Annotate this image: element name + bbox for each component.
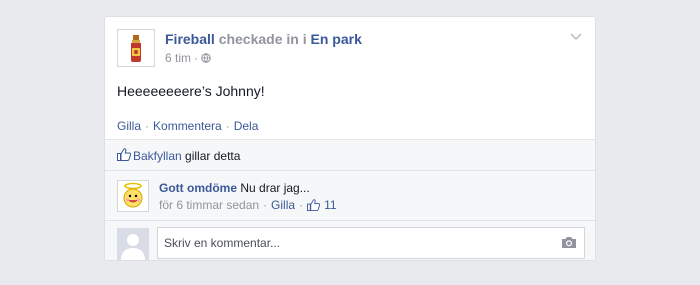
like-button[interactable]: Gilla bbox=[117, 119, 141, 133]
commenter-avatar[interactable] bbox=[117, 180, 149, 212]
comment-input[interactable] bbox=[157, 227, 585, 259]
action-separator: · bbox=[145, 119, 150, 133]
post-meta: 6 tim · bbox=[165, 51, 211, 65]
comment-composer bbox=[105, 221, 595, 263]
author-link[interactable]: Fireball bbox=[165, 31, 215, 47]
comment-timestamp[interactable]: för 6 timmar sedan bbox=[159, 198, 259, 212]
page-avatar[interactable] bbox=[117, 29, 155, 67]
meta-separator: · bbox=[263, 198, 268, 212]
meta-separator: · bbox=[299, 198, 304, 212]
post-header: Fireball checkade in i En park 6 tim · bbox=[117, 29, 583, 69]
comment-text: Nu drar jag... bbox=[240, 181, 310, 195]
comment-like-count[interactable]: 11 bbox=[324, 198, 336, 212]
camera-icon[interactable] bbox=[561, 236, 577, 249]
likes-summary: Bakfyllan gillar detta bbox=[105, 140, 595, 171]
post-text: Heeeeeeeere’s Johnny! bbox=[117, 83, 265, 99]
action-separator: · bbox=[225, 119, 230, 133]
feedback-section: Bakfyllan gillar detta Gott omdöme Nu dr… bbox=[105, 139, 595, 260]
place-link[interactable]: En park bbox=[311, 31, 362, 47]
thumbs-up-icon[interactable] bbox=[307, 199, 321, 211]
checkin-text: checkade in i bbox=[218, 31, 307, 47]
share-button[interactable]: Dela bbox=[234, 119, 259, 133]
liker-link[interactable]: Bakfyllan bbox=[133, 149, 182, 163]
current-user-avatar bbox=[117, 228, 149, 260]
likes-text: Bakfyllan gillar detta bbox=[133, 149, 240, 163]
thumbs-up-icon bbox=[117, 148, 131, 161]
bottle-icon bbox=[131, 35, 141, 62]
commenter-link[interactable]: Gott omdöme bbox=[159, 181, 237, 195]
likes-suffix: gillar detta bbox=[185, 149, 241, 163]
default-user-icon bbox=[117, 228, 149, 260]
comment-item: Gott omdöme Nu drar jag... för 6 timmar … bbox=[105, 170, 595, 221]
angel-face-icon bbox=[123, 182, 143, 208]
comment-meta: för 6 timmar sedan · Gilla · 11 bbox=[159, 198, 337, 212]
comment-body: Gott omdöme Nu drar jag... bbox=[159, 181, 310, 195]
meta-separator: · bbox=[194, 51, 199, 65]
comment-button[interactable]: Kommentera bbox=[153, 119, 222, 133]
chevron-down-icon[interactable] bbox=[569, 31, 583, 41]
post-actions: Gilla · Kommentera · Dela bbox=[117, 119, 258, 133]
post-timestamp[interactable]: 6 tim bbox=[165, 51, 191, 65]
post-headline: Fireball checkade in i En park bbox=[165, 31, 362, 47]
globe-icon[interactable] bbox=[201, 53, 211, 63]
comment-like-button[interactable]: Gilla bbox=[271, 198, 295, 212]
post-card: Fireball checkade in i En park 6 tim · H… bbox=[104, 16, 596, 261]
